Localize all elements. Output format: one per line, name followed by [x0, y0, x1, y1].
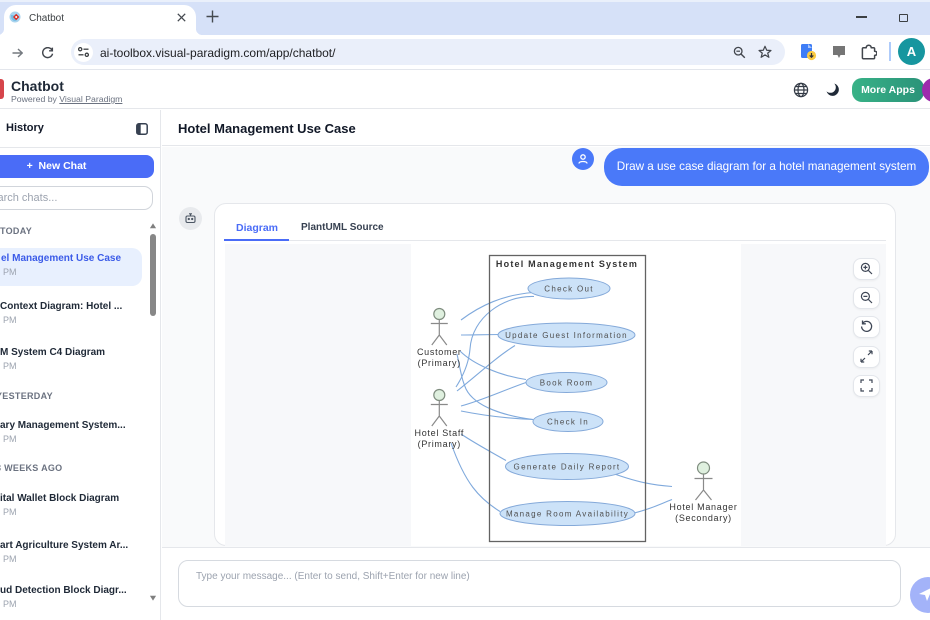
svg-text:Hotel Manager: Hotel Manager: [669, 502, 737, 512]
svg-text:Hotel Management System: Hotel Management System: [496, 259, 638, 269]
svg-text:(Secondary): (Secondary): [675, 513, 732, 523]
svg-text:Generate Daily Report: Generate Daily Report: [514, 463, 621, 472]
svg-text:(Primary): (Primary): [418, 439, 461, 449]
svg-text:Book Room: Book Room: [540, 379, 594, 388]
svg-text:(Primary): (Primary): [418, 358, 461, 368]
svg-text:Hotel Staff: Hotel Staff: [415, 428, 465, 438]
svg-text:Manage Room Availability: Manage Room Availability: [506, 510, 629, 519]
svg-text:Check In: Check In: [547, 418, 589, 427]
svg-text:Update Guest Information: Update Guest Information: [505, 331, 628, 340]
svg-text:Customer: Customer: [417, 347, 462, 357]
svg-text:Check Out: Check Out: [544, 285, 594, 294]
